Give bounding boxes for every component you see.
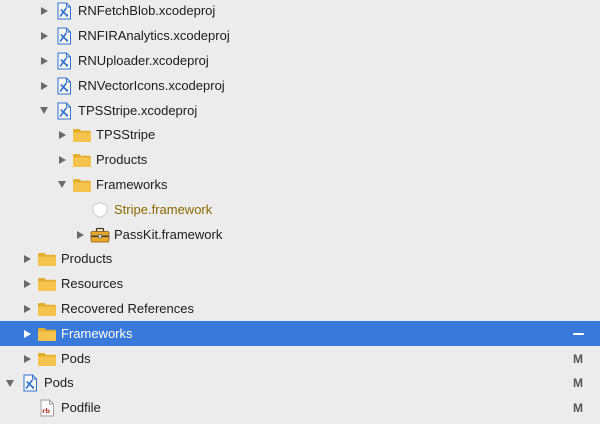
folder-icon (37, 300, 57, 318)
tree-row-podfile[interactable]: rb Podfile M (0, 396, 600, 421)
modified-status-badge: M (573, 351, 583, 366)
tree-row-pods-folder[interactable]: Pods M (0, 346, 600, 371)
tree-row-tpsstripe-xcodeproj[interactable]: TPSStripe.xcodeproj (0, 98, 600, 123)
tree-row-recovered-references[interactable]: Recovered References (0, 297, 600, 322)
disclosure-right-icon[interactable] (38, 80, 50, 92)
disclosure-right-icon[interactable] (38, 55, 50, 67)
disclosure-right-icon[interactable] (38, 30, 50, 42)
disclosure-right-icon[interactable] (21, 278, 33, 290)
disclosure-right-icon[interactable] (21, 353, 33, 365)
disclosure-down-icon[interactable] (56, 179, 68, 191)
tree-row-tpsstripe-products[interactable]: Products (0, 148, 600, 173)
disclosure-right-icon[interactable] (21, 303, 33, 315)
xcodeproj-icon (54, 2, 74, 20)
tree-row-rnfetchblob[interactable]: RNFetchBlob.xcodeproj (0, 0, 600, 24)
disclosure-right-icon[interactable] (56, 129, 68, 141)
tree-row-tpsstripe-folder[interactable]: TPSStripe (0, 123, 600, 148)
tree-row-label: Frameworks (96, 176, 168, 192)
tree-row-label: Pods (44, 375, 74, 391)
tree-row-resources[interactable]: Resources (0, 272, 600, 297)
tree-row-label: RNVectorIcons.xcodeproj (78, 77, 225, 93)
tree-row-passkit-framework[interactable]: PassKit.framework (0, 222, 600, 247)
tree-row-label: Products (61, 251, 113, 267)
minus-icon (573, 332, 584, 335)
modified-status-badge: M (573, 401, 583, 416)
tree-row-label: Products (96, 152, 148, 168)
tree-row-rnuploader[interactable]: RNUploader.xcodeproj (0, 49, 600, 74)
disclosure-right-icon[interactable] (38, 5, 50, 17)
folder-icon (37, 250, 57, 268)
tree-row-label: Resources (61, 276, 124, 292)
tree-row-pods-project[interactable]: Pods M (0, 371, 600, 396)
folder-icon (72, 126, 92, 144)
tree-row-label: TPSStripe.xcodeproj (78, 102, 198, 118)
xcodeproj-icon (54, 102, 74, 120)
tree-row-label: RNUploader.xcodeproj (78, 52, 209, 68)
tree-row-label: Stripe.framework (114, 201, 213, 217)
tree-row-stripe-framework[interactable]: Stripe.framework (0, 197, 600, 222)
ruby-file-icon: rb (37, 399, 57, 417)
disclosure-down-icon[interactable] (38, 105, 50, 117)
tree-row-rnfiranalytics[interactable]: RNFIRAnalytics.xcodeproj (0, 24, 600, 49)
folder-icon (37, 350, 57, 368)
folder-icon (72, 176, 92, 194)
framework-missing-icon (90, 201, 110, 219)
disclosure-right-icon[interactable] (21, 328, 33, 340)
disclosure-right-icon[interactable] (74, 229, 86, 241)
tree-row-label: TPSStripe (96, 127, 156, 143)
toolbox-icon (90, 226, 110, 244)
tree-row-rnvectoricons[interactable]: RNVectorIcons.xcodeproj (0, 73, 600, 98)
tree-row-label: RNFetchBlob.xcodeproj (78, 3, 216, 19)
project-navigator: RNFetchBlob.xcodeproj RNFIRAnalytics.xcod… (0, 0, 600, 424)
folder-icon (37, 275, 57, 293)
disclosure-right-icon[interactable] (56, 154, 68, 166)
tree-row-label: Frameworks (61, 325, 133, 341)
tree-row-tpsstripe-frameworks[interactable]: Frameworks (0, 173, 600, 198)
tree-row-frameworks[interactable]: Frameworks (0, 321, 600, 347)
xcodeproj-icon (54, 27, 74, 45)
xcodeproj-icon (20, 374, 40, 392)
modified-status-badge: M (573, 376, 583, 391)
tree-row-label: Recovered References (61, 300, 194, 316)
disclosure-down-icon[interactable] (4, 377, 16, 389)
folder-icon (37, 325, 57, 343)
disclosure-right-icon[interactable] (21, 253, 33, 265)
tree-row-label: RNFIRAnalytics.xcodeproj (78, 28, 230, 44)
tree-row-label: PassKit.framework (114, 226, 223, 242)
svg-text:rb: rb (42, 407, 50, 415)
tree-row-label: Podfile (61, 400, 101, 416)
xcodeproj-icon (54, 77, 74, 95)
xcodeproj-icon (54, 52, 74, 70)
tree-row-products[interactable]: Products (0, 247, 600, 272)
tree-row-label: Pods (61, 350, 91, 366)
folder-icon (72, 151, 92, 169)
